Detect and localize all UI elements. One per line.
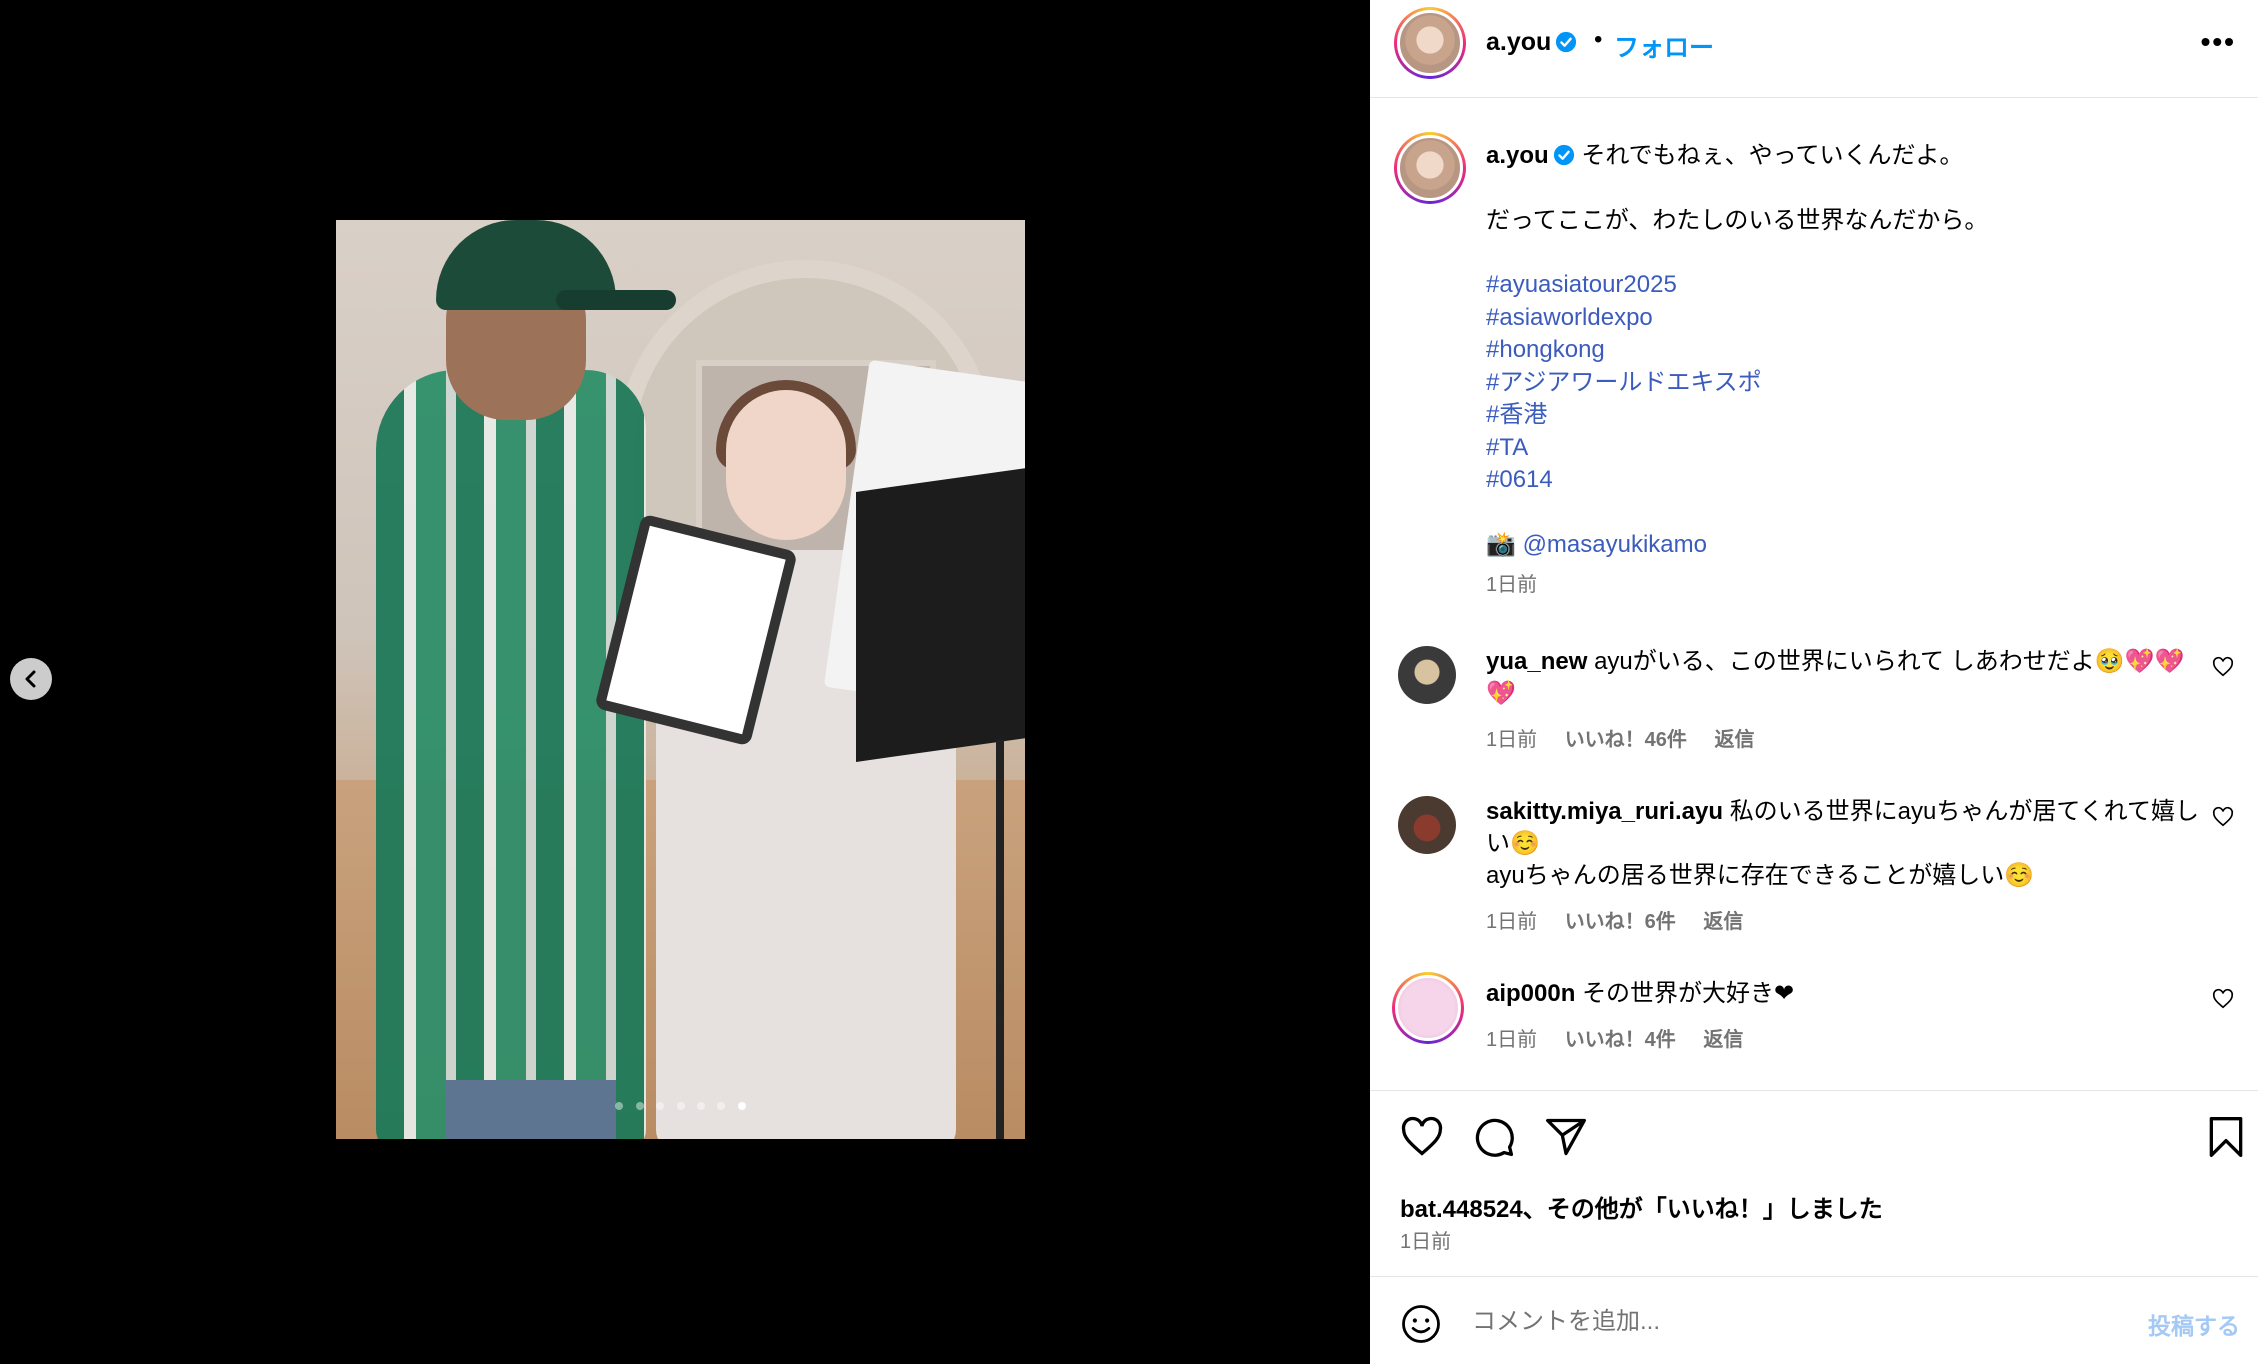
photo-man-shirt [376, 370, 646, 1139]
follow-button[interactable]: フォロー [1614, 28, 1714, 64]
carousel-dots [336, 1097, 1025, 1115]
comment-like-count[interactable]: いいね！4件 [1565, 1029, 1676, 1051]
caption-username[interactable]: a.you [1486, 142, 1549, 169]
commenter-avatar[interactable] [1398, 796, 1456, 854]
post-timestamp[interactable]: 1日前 [1400, 1225, 1451, 1254]
comment-text-line-2: ayuちゃんの居る世界に存在できることが嬉しい☺️ [1486, 862, 2035, 889]
like-heart-icon[interactable] [1400, 1115, 1444, 1159]
comment-body: aip000n その世界が大好き❤ 1日前 いいね！4件 返信 [1486, 978, 2186, 1056]
carousel-dot [676, 1102, 685, 1110]
commenter-username[interactable]: sakitty.miya_ruri.ayu [1486, 798, 1723, 825]
caption-line-2: だってここが、わたしのいる世界なんだから。 [1486, 206, 1989, 234]
previous-slide-button[interactable] [10, 658, 52, 700]
liked-by-username[interactable]: bat.448524 [1400, 1196, 1523, 1223]
reply-button[interactable]: 返信 [1703, 911, 1743, 933]
photo-stand-pole [996, 740, 1004, 1139]
author-username[interactable]: a.you [1486, 28, 1577, 57]
comment-time[interactable]: 1日前 [1486, 729, 1537, 751]
comment-like-count[interactable]: いいね！46件 [1565, 729, 1687, 751]
reply-button[interactable]: 返信 [1715, 729, 1755, 751]
comment-text: ayuがいる、この世界にいられて しあわせだよ🥹💖💖💖 [1486, 648, 2185, 707]
comment-meta: 1日前 いいね！4件 返信 [1486, 1024, 2186, 1056]
post-comment-button[interactable]: 投稿する [2148, 1307, 2240, 1341]
carousel-dot [696, 1102, 705, 1110]
caption-body: a.you それでもねぇ、やっていくんだよ。 だってここが、わたしのいる世界なん… [1486, 140, 2226, 602]
verified-badge-icon [1556, 31, 1577, 53]
commenter-username[interactable]: yua_new [1486, 648, 1587, 675]
media-viewer [0, 0, 1370, 1364]
carousel-dot [635, 1102, 644, 1110]
carousel-dot-active [737, 1102, 746, 1110]
chevron-left-icon [25, 670, 36, 688]
liked-by-rest[interactable]: 、その他が「いいね！」しました [1523, 1196, 1883, 1223]
comment-bubble-icon[interactable] [1472, 1115, 1516, 1159]
bookmark-save-icon[interactable] [2204, 1115, 2248, 1159]
author-avatar[interactable] [1394, 7, 1466, 79]
caption-line-1: それでもねぇ、やっていくんだよ。 [1581, 142, 1964, 169]
commenter-avatar[interactable] [1392, 972, 1464, 1044]
hashtag-link[interactable]: #hongkong [1486, 334, 2226, 367]
carousel-dot [656, 1102, 665, 1110]
header-separator: • [1594, 26, 1603, 53]
caption-timestamp[interactable]: 1日前 [1486, 569, 2226, 602]
more-options-icon[interactable]: ••• [2201, 26, 2236, 58]
hashtag-link[interactable]: #asiaworldexpo [1486, 302, 2226, 335]
photo-cap-brim [556, 290, 676, 310]
add-comment-bar: 投稿する [1370, 1276, 2258, 1364]
caption-avatar[interactable] [1394, 132, 1466, 204]
post-photo[interactable] [336, 220, 1025, 1139]
hashtag-link[interactable]: #香港 [1486, 399, 2226, 432]
photographer-mention-link[interactable]: @masayukikamo [1523, 531, 1707, 558]
photo-music-stand [856, 468, 1025, 762]
hashtag-link[interactable]: #0614 [1486, 464, 2226, 497]
carousel-dot [615, 1102, 624, 1110]
like-comment-heart-icon[interactable] [2212, 656, 2234, 678]
verified-badge-icon [1553, 144, 1574, 166]
comment-text: その世界が大好き❤ [1582, 980, 1795, 1007]
post-detail-panel: a.you • フォロー ••• a.you それでもねぇ、やっていくんだよ。 … [1370, 0, 2258, 1364]
carousel-dot [717, 1102, 726, 1110]
commenter-username[interactable]: aip000n [1486, 980, 1575, 1007]
comment-time[interactable]: 1日前 [1486, 911, 1537, 933]
reply-button[interactable]: 返信 [1703, 1029, 1743, 1051]
hashtag-link[interactable]: #アジアワールドエキスポ [1486, 367, 2226, 400]
like-comment-heart-icon[interactable] [2212, 988, 2234, 1010]
camera-emoji: 📸 [1486, 530, 1516, 558]
hashtag-link[interactable]: #TA [1486, 432, 2226, 465]
photo-woman-face [726, 390, 846, 540]
share-send-icon[interactable] [1544, 1115, 1588, 1159]
comment-meta: 1日前 いいね！6件 返信 [1486, 906, 2206, 938]
comment-body: yua_new ayuがいる、この世界にいられて しあわせだよ🥹💖💖💖 1日前 … [1486, 646, 2186, 756]
post-actions: bat.448524、その他が「いいね！」しました 1日前 [1370, 1090, 2258, 1280]
hashtag-link[interactable]: #ayuasiatour2025 [1486, 269, 2226, 302]
comment-body: sakitty.miya_ruri.ayu 私のいる世界にayuちゃんが居てくれ… [1486, 796, 2206, 938]
add-comment-input[interactable] [1472, 1299, 2092, 1345]
emoji-smiley-icon[interactable] [1400, 1303, 1442, 1345]
comment-like-count[interactable]: いいね！6件 [1565, 911, 1676, 933]
comment-meta: 1日前 いいね！46件 返信 [1486, 724, 2186, 756]
comment-time[interactable]: 1日前 [1486, 1029, 1537, 1051]
likes-summary: bat.448524、その他が「いいね！」しました [1400, 1189, 1883, 1224]
post-header: a.you • フォロー ••• [1370, 0, 2258, 98]
commenter-avatar[interactable] [1398, 646, 1456, 704]
like-comment-heart-icon[interactable] [2212, 806, 2234, 828]
